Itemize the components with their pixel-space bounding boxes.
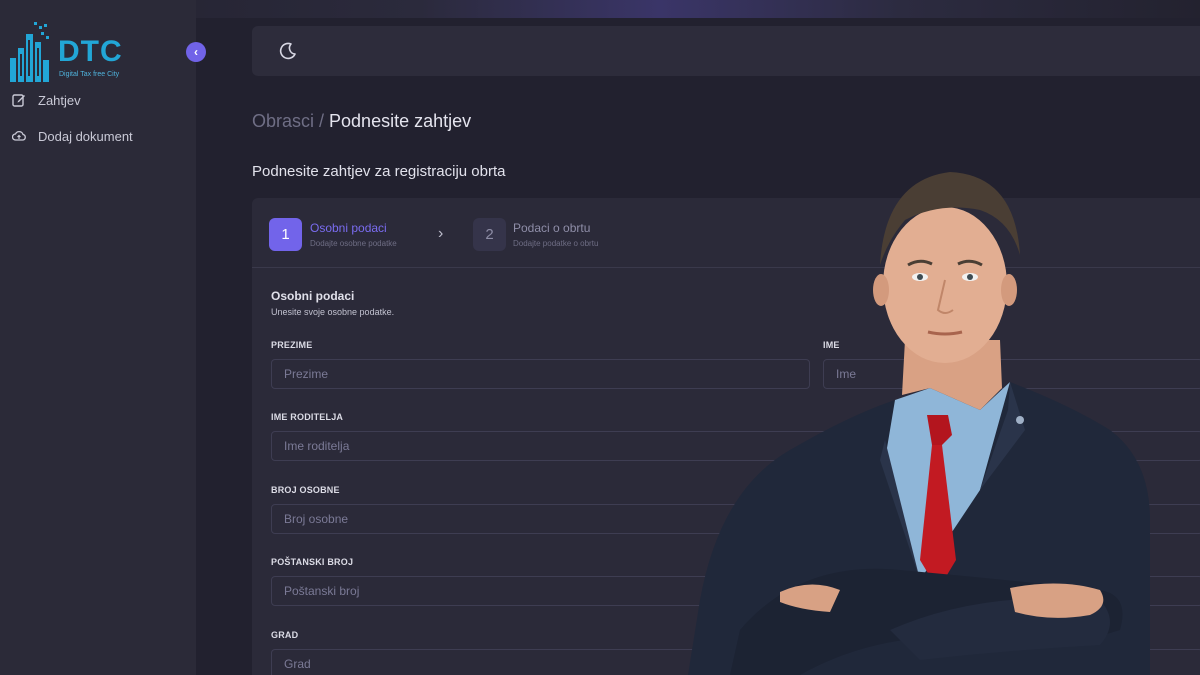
sidebar: DTC Digital Tax free City Zahtjev Dodaj … [0,0,196,675]
broj-osobne-label: BROJ OSOBNE [271,485,340,495]
postanski-broj-label: POŠTANSKI BROJ [271,557,354,567]
breadcrumb-separator: / [319,111,325,131]
logo[interactable]: DTC Digital Tax free City [8,20,138,84]
grad-label: GRAD [271,630,299,640]
top-bar [252,26,1200,76]
section-title: Osobni podaci [271,289,355,303]
step-1-title[interactable]: Osobni podaci [310,221,387,235]
logo-subtitle: Digital Tax free City [59,71,120,78]
step-2-number[interactable]: 2 [473,218,506,251]
chevron-right-icon: › [438,225,444,242]
step-1-number[interactable]: 1 [269,218,302,251]
prezime-label: PREZIME [271,340,313,350]
step-1-subtitle: Dodajte osobne podatke [310,239,397,248]
logo-text: DTC [58,35,123,68]
step-2-title[interactable]: Podaci o obrtu [513,221,590,235]
sidebar-item-dodaj-dokument[interactable]: Dodaj dokument [12,125,133,147]
sidebar-item-label: Dodaj dokument [38,128,133,144]
edit-icon [12,94,25,107]
sidebar-item-label: Zahtjev [38,92,81,108]
cloud-upload-icon [12,130,26,141]
person-photo [688,172,1150,675]
sidebar-item-zahtjev[interactable]: Zahtjev [12,89,81,111]
ime-roditelja-label: IME RODITELJA [271,412,344,422]
sidebar-collapse-button[interactable]: ‹ [186,42,206,62]
breadcrumb-parent[interactable]: Obrasci [252,111,314,131]
breadcrumb-current: Podnesite zahtjev [329,111,472,131]
step-2-subtitle: Dodajte podatke o obrtu [513,239,599,248]
breadcrumb: Obrasci / Podnesite zahtjev [252,111,471,132]
section-subtitle: Unesite svoje osobne podatke. [271,307,395,317]
moon-icon[interactable] [278,41,298,61]
city-logo-icon [10,22,49,82]
chevron-left-icon: ‹ [194,45,198,59]
page-title: Podnesite zahtjev za registraciju obrta [252,163,506,180]
